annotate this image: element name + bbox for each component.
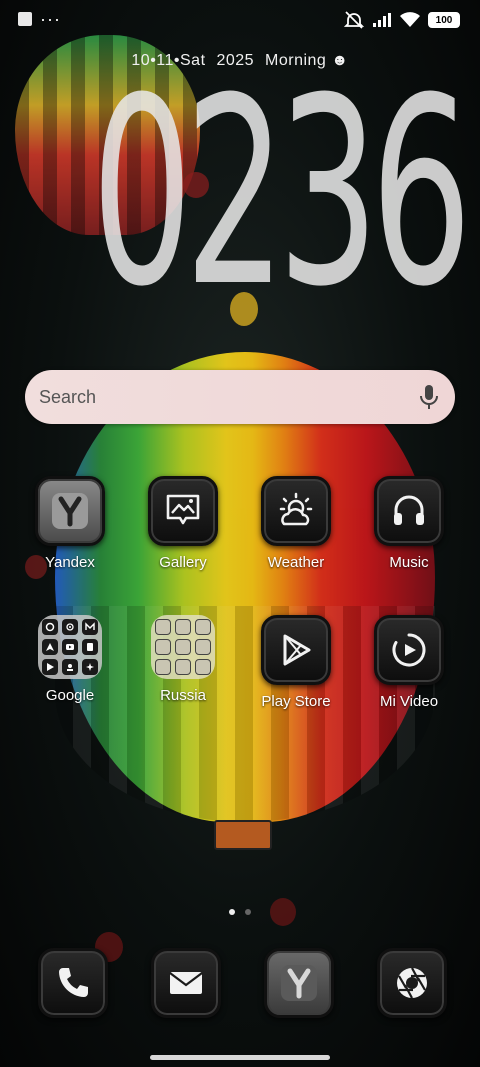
camera-icon[interactable] [377,948,447,1018]
status-bar: ··· 100 [0,0,480,40]
notification-square-icon [18,12,32,26]
folder-app-mini-icon [195,639,211,655]
microphone-icon[interactable] [419,384,439,410]
headphones-icon [374,476,444,546]
weather-icon [261,476,331,546]
battery-icon: 100 [428,12,460,28]
search-bar[interactable]: Search [25,370,455,424]
docs-mini-icon [82,639,98,655]
page-indicator[interactable] [0,909,480,915]
meet-mini-icon [62,659,78,675]
folder-app-mini-icon [195,659,211,675]
google-mini-icon [42,619,58,635]
mail-icon[interactable] [151,948,221,1018]
page-dot[interactable] [245,909,251,915]
folder-app-mini-icon [195,619,211,635]
app-play-store[interactable]: Play Store [241,615,351,710]
folder-app-mini-icon [175,659,191,675]
search-input[interactable]: Search [39,387,419,408]
mail-mini-icon [82,619,98,635]
app-music[interactable]: Music [354,476,464,571]
app-mi-video[interactable]: Mi Video [354,615,464,710]
yandex-icon [35,476,105,546]
folder-app-mini-icon [155,639,171,655]
folder-app-mini-icon [175,639,191,655]
page-dot-active[interactable] [229,909,235,915]
app-folder-russia[interactable]: Russia [128,615,238,704]
play-mini-icon [42,659,58,675]
more-dots-icon: ··· [40,9,61,29]
folder-app-mini-icon [155,659,171,675]
folder-app-mini-icon [175,619,191,635]
signal-icon [373,13,391,27]
gmail-mini-icon [62,619,78,635]
gallery-icon [148,476,218,546]
folder-icon [151,615,215,679]
alarm-off-icon [344,11,364,29]
app-label: Play Store [261,693,331,710]
folder-app-mini-icon [155,619,171,635]
app-folder-google[interactable]: Google [15,615,125,704]
app-label: Music [389,554,429,571]
app-label: Yandex [45,554,95,571]
app-label: Gallery [159,554,207,571]
battery-level: 100 [435,14,453,26]
clock-widget[interactable]: 0236 [91,64,472,322]
wifi-icon [400,12,420,27]
photos-mini-icon [82,659,98,675]
app-label: Russia [160,687,206,704]
app-label: Google [45,687,95,704]
video-icon [374,615,444,685]
gesture-nav-handle[interactable] [150,1055,330,1060]
folder-icon [38,615,102,679]
app-label: Mi Video [379,693,439,710]
play-store-icon [261,615,331,685]
youtube-mini-icon [62,639,78,655]
yandex-browser-icon[interactable] [264,948,334,1018]
app-yandex[interactable]: Yandex [15,476,125,571]
app-weather[interactable]: Weather [241,476,351,571]
maps-mini-icon [42,639,58,655]
app-gallery[interactable]: Gallery [128,476,238,571]
balloon-basket-image [214,820,272,850]
phone-icon[interactable] [38,948,108,1018]
app-label: Weather [267,554,325,571]
